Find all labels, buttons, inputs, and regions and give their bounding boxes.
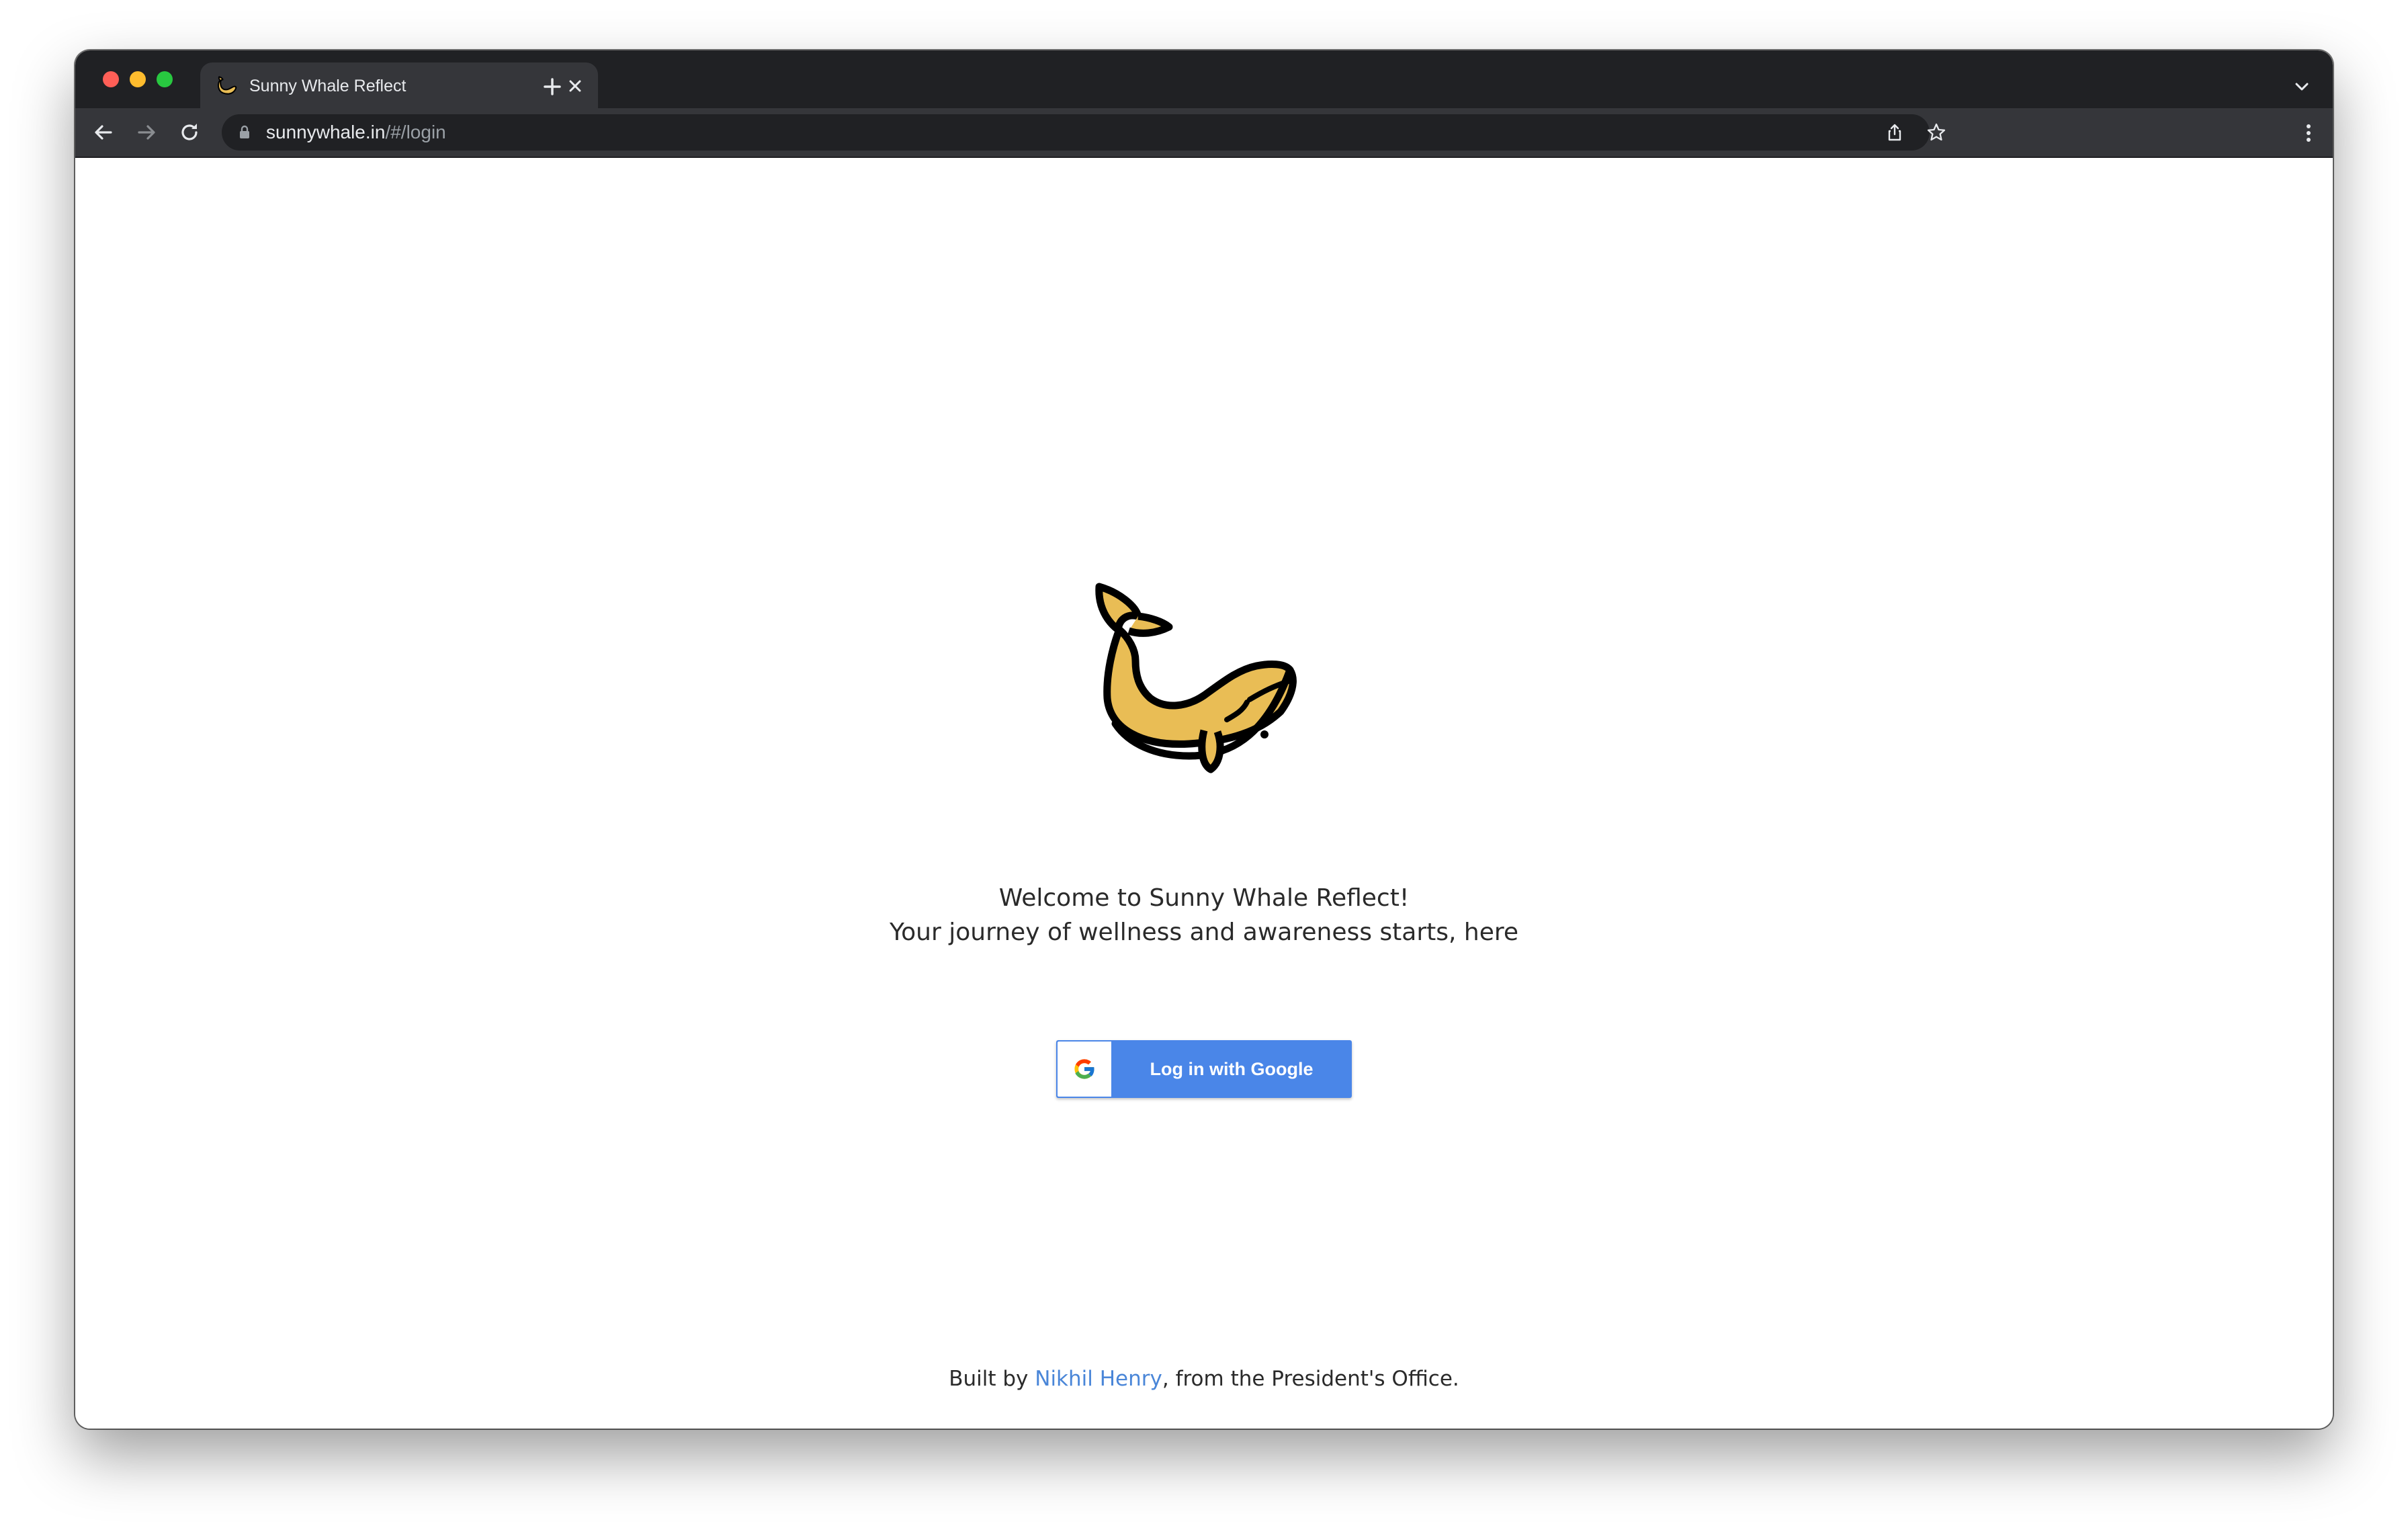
browser-window: Sunny Whale Reflect sunnywhale.in/#/logi… bbox=[75, 50, 2333, 1429]
new-tab-icon[interactable] bbox=[539, 73, 566, 100]
google-g-icon bbox=[1074, 1059, 1095, 1079]
welcome-subtitle: Your journey of wellness and awareness s… bbox=[889, 919, 1519, 946]
tab-strip: Sunny Whale Reflect bbox=[75, 50, 2333, 108]
footer-credit: Built by Nikhil Henry, from the Presiden… bbox=[75, 1365, 2333, 1392]
screenshot-stage: Sunny Whale Reflect sunnywhale.in/#/logi… bbox=[0, 0, 2408, 1528]
tab-search-chevron-icon[interactable] bbox=[2291, 76, 2313, 97]
url-path: /#/login bbox=[385, 122, 446, 142]
minimize-window-button[interactable] bbox=[130, 71, 146, 87]
browser-toolbar: sunnywhale.in/#/login bbox=[75, 108, 2333, 158]
url-text[interactable]: sunnywhale.in/#/login bbox=[266, 121, 446, 144]
footer-prefix: Built by bbox=[949, 1367, 1035, 1391]
whale-favicon-icon bbox=[217, 76, 237, 95]
welcome-message: Welcome to Sunny Whale Reflect! Your jou… bbox=[75, 881, 2333, 949]
whale-logo-icon bbox=[1095, 583, 1297, 773]
footer-suffix: , from the President's Office. bbox=[1162, 1367, 1459, 1391]
welcome-title: Welcome to Sunny Whale Reflect! bbox=[998, 884, 1410, 912]
google-login-button[interactable]: Log in with Google bbox=[1056, 1040, 1352, 1098]
page-content: Welcome to Sunny Whale Reflect! Your jou… bbox=[75, 158, 2333, 1429]
back-arrow-icon[interactable] bbox=[90, 119, 117, 146]
maximize-window-button[interactable] bbox=[157, 71, 173, 87]
tab-title: Sunny Whale Reflect bbox=[249, 77, 406, 95]
author-link[interactable]: Nikhil Henry bbox=[1035, 1367, 1162, 1391]
reload-icon[interactable] bbox=[176, 119, 203, 146]
address-bar[interactable]: sunnywhale.in/#/login bbox=[222, 114, 1946, 151]
google-icon-box bbox=[1058, 1042, 1111, 1097]
lock-icon[interactable] bbox=[235, 123, 254, 142]
forward-arrow-icon[interactable] bbox=[133, 119, 160, 146]
kebab-menu-icon[interactable] bbox=[2295, 120, 2322, 146]
url-host: sunnywhale.in bbox=[266, 122, 386, 142]
close-tab-icon[interactable] bbox=[564, 75, 586, 97]
close-window-button[interactable] bbox=[103, 71, 119, 87]
google-login-label: Log in with Google bbox=[1150, 1059, 1314, 1079]
bookmark-star-icon[interactable] bbox=[1926, 122, 1947, 143]
share-icon[interactable] bbox=[1884, 122, 1905, 143]
